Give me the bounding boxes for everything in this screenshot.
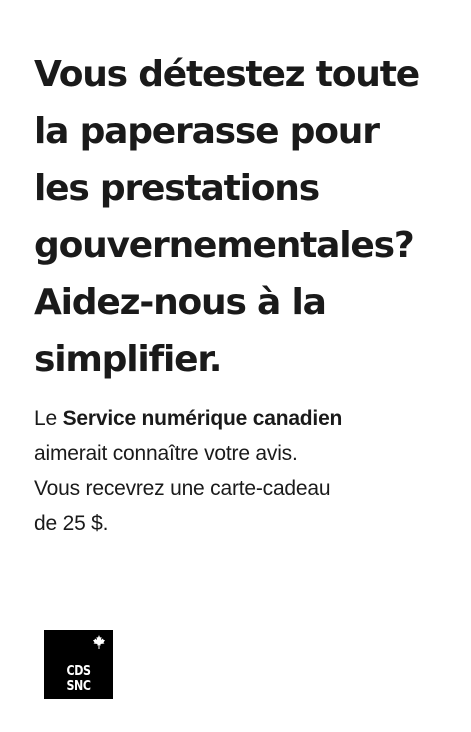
headline: Vous détestez toute la paperasse pour le…	[34, 46, 464, 388]
invitation-prefix: Le	[34, 407, 63, 430]
invitation-line-3: Vous recevrez une carte-cadeau	[34, 477, 331, 500]
headline-line: Vous détestez toute	[34, 54, 420, 95]
cds-snc-logo: CDS SNC	[44, 630, 113, 699]
headline-line: gouvernementales?	[34, 225, 415, 266]
recruitment-page: Vous détestez toute la paperasse pour le…	[0, 0, 471, 732]
logo-line-snc: SNC	[66, 679, 91, 694]
maple-leaf-icon	[93, 635, 105, 649]
headline-line: les prestations	[34, 168, 320, 209]
invitation-line-1: Le Service numérique canadien	[34, 401, 434, 436]
headline-line: la paperasse pour	[34, 111, 380, 152]
invitation-text: Le Service numérique canadien aimerait c…	[34, 401, 434, 541]
organization-name: Service numérique canadien	[62, 407, 343, 430]
headline-line: Aidez-nous à la	[34, 282, 327, 323]
logo-wordmark: CDS SNC	[49, 664, 108, 694]
invitation-line-4: de 25 $.	[34, 512, 109, 535]
invitation-line-2: aimerait connaître votre avis.	[34, 442, 298, 465]
logo-line-cds: CDS	[66, 664, 91, 679]
headline-line: simplifier.	[34, 339, 222, 380]
